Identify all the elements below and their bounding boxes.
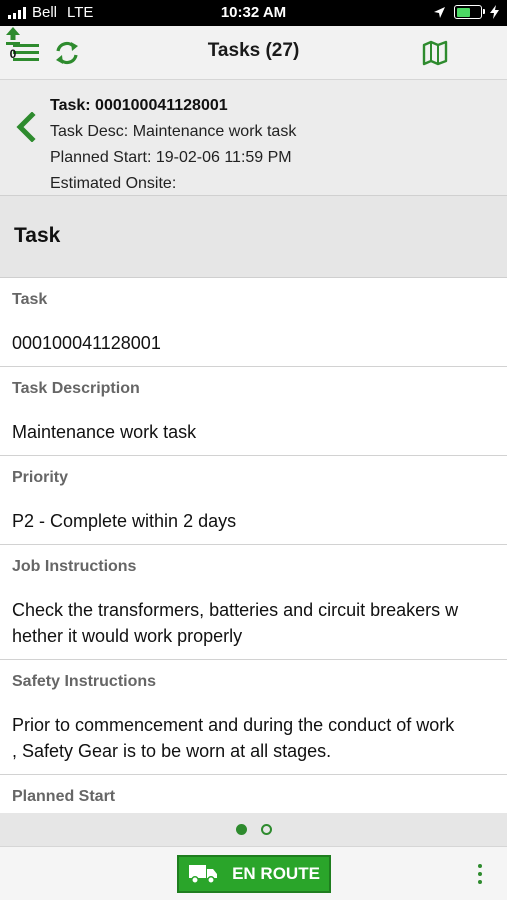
truck-icon — [189, 865, 218, 884]
section-header: Task — [0, 196, 507, 278]
summary-planned-start: Planned Start: 19-02-06 11:59 PM — [50, 149, 292, 166]
task-summary: Task: 000100041128001 Task Desc: Mainten… — [0, 80, 507, 196]
page-indicator — [0, 813, 507, 846]
field-value: Check the transformers, batteries and ci… — [12, 600, 459, 646]
more-options-icon[interactable] — [470, 859, 490, 889]
upload-count: 0 — [9, 47, 17, 61]
location-arrow-icon — [434, 6, 445, 18]
section-title: Task — [14, 224, 61, 247]
task-details-list[interactable]: Task 000100041128001 Task Description Ma… — [0, 278, 507, 813]
summary-task-description: Task Desc: Maintenance work task — [50, 123, 297, 140]
field-safety-instructions: Safety Instructions Prior to commencemen… — [0, 660, 507, 775]
field-value: 000100041128001 — [12, 333, 161, 353]
clock: 10:32 AM — [220, 4, 287, 21]
field-label: Priority — [12, 469, 69, 486]
page-dot[interactable] — [260, 824, 272, 835]
field-label: Task — [12, 291, 48, 308]
charging-bolt-icon — [490, 5, 499, 19]
en-route-button[interactable]: EN ROUTE — [177, 855, 331, 893]
back-chevron-icon[interactable] — [14, 112, 38, 142]
app-header: Tasks (27) 0 — [0, 26, 507, 80]
en-route-label: EN ROUTE — [232, 864, 320, 883]
field-planned-start: Planned Start — [0, 775, 507, 813]
field-task-description: Task Description Maintenance work task — [0, 367, 507, 456]
summary-estimated-onsite: Estimated Onsite: — [50, 175, 177, 192]
field-value: P2 - Complete within 2 days — [12, 511, 237, 531]
field-label: Safety Instructions — [12, 673, 157, 690]
status-bar: Bell LTE 10:32 AM — [0, 0, 507, 26]
map-icon[interactable] — [421, 38, 451, 68]
summary-task-number: Task: 000100041128001 — [50, 97, 228, 114]
field-priority: Priority P2 - Complete within 2 days — [0, 456, 507, 545]
field-label: Task Description — [12, 380, 140, 397]
battery-icon — [454, 5, 485, 19]
page-dot-active[interactable] — [235, 824, 247, 835]
field-value: Prior to commencement and during the con… — [12, 715, 455, 761]
field-label: Planned Start — [12, 788, 116, 805]
field-job-instructions: Job Instructions Check the transformers,… — [0, 545, 507, 660]
bottom-action-bar: EN ROUTE — [0, 846, 507, 900]
field-task: Task 000100041128001 — [0, 278, 507, 367]
field-value: Maintenance work task — [12, 422, 197, 442]
field-label: Job Instructions — [12, 558, 137, 575]
